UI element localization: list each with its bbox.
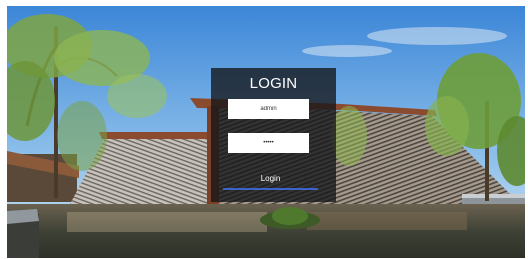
login-screen: LOGIN Login [0, 0, 528, 259]
username-field[interactable] [228, 99, 309, 119]
login-panel: LOGIN Login [211, 68, 336, 202]
password-field[interactable] [228, 133, 309, 153]
login-button[interactable]: Login [223, 169, 318, 187]
login-title: LOGIN [249, 75, 298, 92]
login-button-underline [223, 188, 318, 190]
